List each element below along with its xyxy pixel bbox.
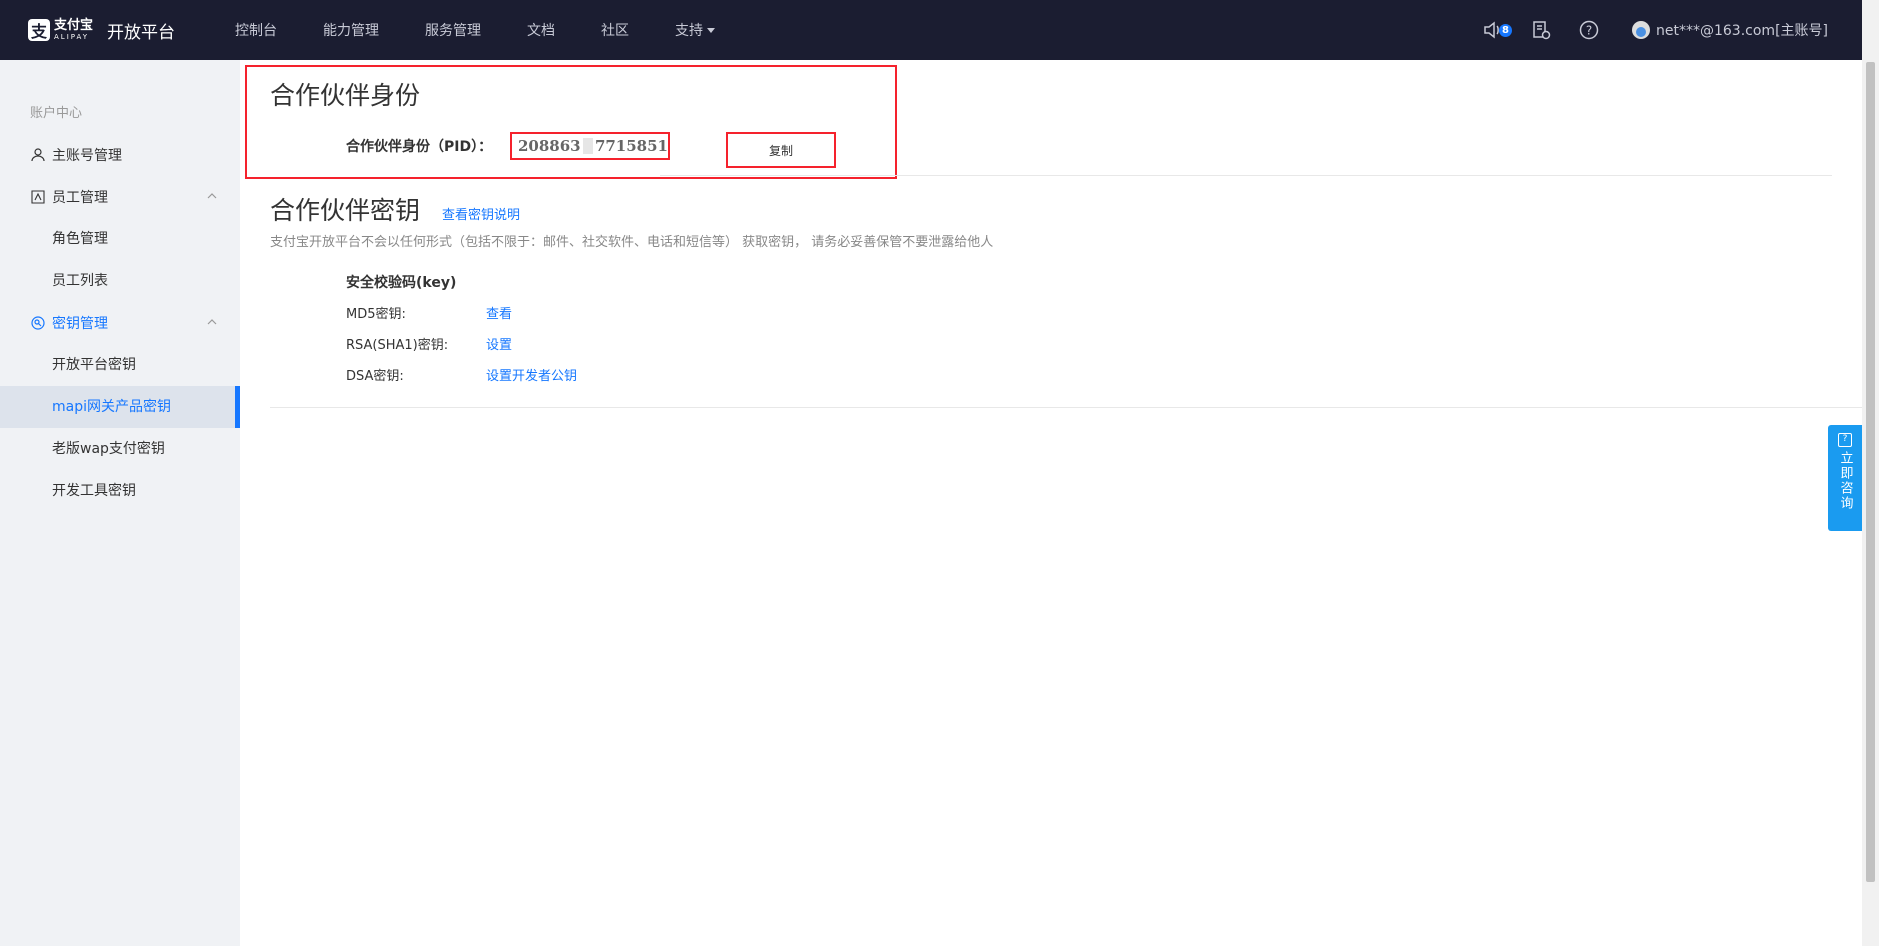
nav-support[interactable]: 支持 bbox=[675, 20, 716, 40]
nav-docs[interactable]: 文档 bbox=[527, 20, 555, 40]
partner-key-title: 合作伙伴密钥 bbox=[270, 196, 421, 225]
nav-service[interactable]: 服务管理 bbox=[425, 20, 481, 40]
nav-community[interactable]: 社区 bbox=[601, 20, 629, 40]
logo-cn-text: 支付宝 bbox=[54, 18, 94, 33]
nav-support-label: 支持 bbox=[675, 23, 704, 39]
consult-now-button[interactable]: ? 立即咨询 bbox=[1828, 425, 1862, 531]
key-row-md5: MD5密钥: 查看 bbox=[346, 303, 512, 323]
sidebar-item-staff-list[interactable]: 员工列表 bbox=[0, 260, 240, 302]
sidebar-group-label: 员工管理 bbox=[52, 190, 108, 206]
avatar bbox=[1632, 21, 1651, 39]
pid-suffix: 7715851 bbox=[594, 137, 668, 155]
logo-en-text: ALIPAY bbox=[54, 33, 90, 41]
account-menu[interactable]: net***@163.com[主账号] bbox=[1632, 20, 1828, 40]
key-row-label: RSA(SHA1)密钥: bbox=[346, 338, 449, 353]
key-row-rsa: RSA(SHA1)密钥: 设置 bbox=[346, 334, 512, 354]
divider bbox=[270, 407, 1862, 408]
copy-button[interactable]: 复制 bbox=[726, 132, 836, 168]
partner-identity-title: 合作伙伴身份 bbox=[270, 81, 421, 110]
sidebar-item-mapi-key[interactable]: mapi网关产品密钥 bbox=[0, 386, 240, 428]
sidebar-group-label: 密钥管理 bbox=[52, 316, 108, 332]
scrollbar[interactable] bbox=[1862, 0, 1879, 946]
account-name: net***@163.com[主账号] bbox=[1656, 23, 1828, 39]
svg-text:?: ? bbox=[1586, 24, 1592, 38]
sidebar-item-open-platform-key[interactable]: 开放平台密钥 bbox=[0, 344, 240, 386]
key-row-label: MD5密钥: bbox=[346, 307, 406, 322]
chevron-up-icon bbox=[207, 319, 217, 325]
key-row-dsa: DSA密钥: 设置开发者公钥 bbox=[346, 365, 577, 385]
sidebar: 账户中心 主账号管理 员工管理 角色管理 员工列表 密钥管理 开放平台密钥 ma… bbox=[0, 60, 240, 946]
key-icon bbox=[30, 315, 46, 331]
nav-capability[interactable]: 能力管理 bbox=[323, 20, 379, 40]
sidebar-item-roles[interactable]: 角色管理 bbox=[0, 218, 240, 260]
question-icon: ? bbox=[1838, 433, 1852, 447]
key-section-title: 安全校验码(key) bbox=[346, 275, 457, 291]
alipay-logo-icon: 支 bbox=[28, 19, 50, 41]
caret-down-icon bbox=[707, 27, 716, 33]
sidebar-item-devtool-key[interactable]: 开发工具密钥 bbox=[0, 470, 240, 512]
top-right-tools: 8 ? net***@163.com[主账号] bbox=[1456, 0, 1828, 60]
dsa-set-link[interactable]: 设置开发者公钥 bbox=[486, 369, 577, 384]
staff-icon bbox=[30, 189, 46, 205]
alipay-logo[interactable]: 支 支付宝 ALIPAY 开放平台 bbox=[28, 18, 175, 43]
pid-value: 208863 7715851 bbox=[510, 132, 670, 160]
nav-console[interactable]: 控制台 bbox=[235, 20, 277, 40]
speaker-icon[interactable]: 8 bbox=[1482, 19, 1513, 41]
key-doc-link[interactable]: 查看密钥说明 bbox=[442, 204, 520, 223]
pid-mask bbox=[582, 138, 593, 154]
sidebar-group-keys[interactable]: 密钥管理 bbox=[0, 302, 240, 344]
sidebar-title: 账户中心 bbox=[30, 106, 83, 121]
sidebar-item-label: 主账号管理 bbox=[52, 148, 122, 164]
rsa-set-link[interactable]: 设置 bbox=[486, 338, 512, 353]
top-navbar: 支 支付宝 ALIPAY 开放平台 控制台 能力管理 服务管理 文档 社区 支持… bbox=[0, 0, 1862, 60]
consult-label: 立即咨询 bbox=[1837, 451, 1853, 511]
chevron-up-icon bbox=[207, 193, 217, 199]
key-row-label: DSA密钥: bbox=[346, 369, 404, 384]
pid-prefix: 208863 bbox=[518, 137, 581, 155]
scroll-thumb[interactable] bbox=[1866, 62, 1875, 882]
sidebar-item-main-account[interactable]: 主账号管理 bbox=[0, 134, 240, 176]
divider bbox=[660, 175, 1832, 176]
sidebar-item-wap-key[interactable]: 老版wap支付密钥 bbox=[0, 428, 240, 470]
platform-title: 开放平台 bbox=[107, 22, 176, 43]
main-nav: 控制台 能力管理 服务管理 文档 社区 支持 bbox=[235, 20, 761, 40]
pid-label: 合作伙伴身份（PID）： bbox=[346, 139, 493, 155]
notification-badge: 8 bbox=[1499, 24, 1513, 37]
sidebar-group-staff[interactable]: 员工管理 bbox=[0, 176, 240, 218]
main-content: 合作伙伴身份 合作伙伴身份（PID）： 208863 7715851 复制 合作… bbox=[240, 60, 1862, 946]
user-icon bbox=[30, 147, 46, 163]
help-icon[interactable]: ? bbox=[1578, 19, 1600, 41]
md5-view-link[interactable]: 查看 bbox=[486, 307, 512, 322]
document-clock-icon[interactable] bbox=[1530, 19, 1552, 41]
security-note: 支付宝开放平台不会以任何形式（包括不限于：邮件、社交软件、电话和短信等） 获取密… bbox=[270, 235, 994, 250]
